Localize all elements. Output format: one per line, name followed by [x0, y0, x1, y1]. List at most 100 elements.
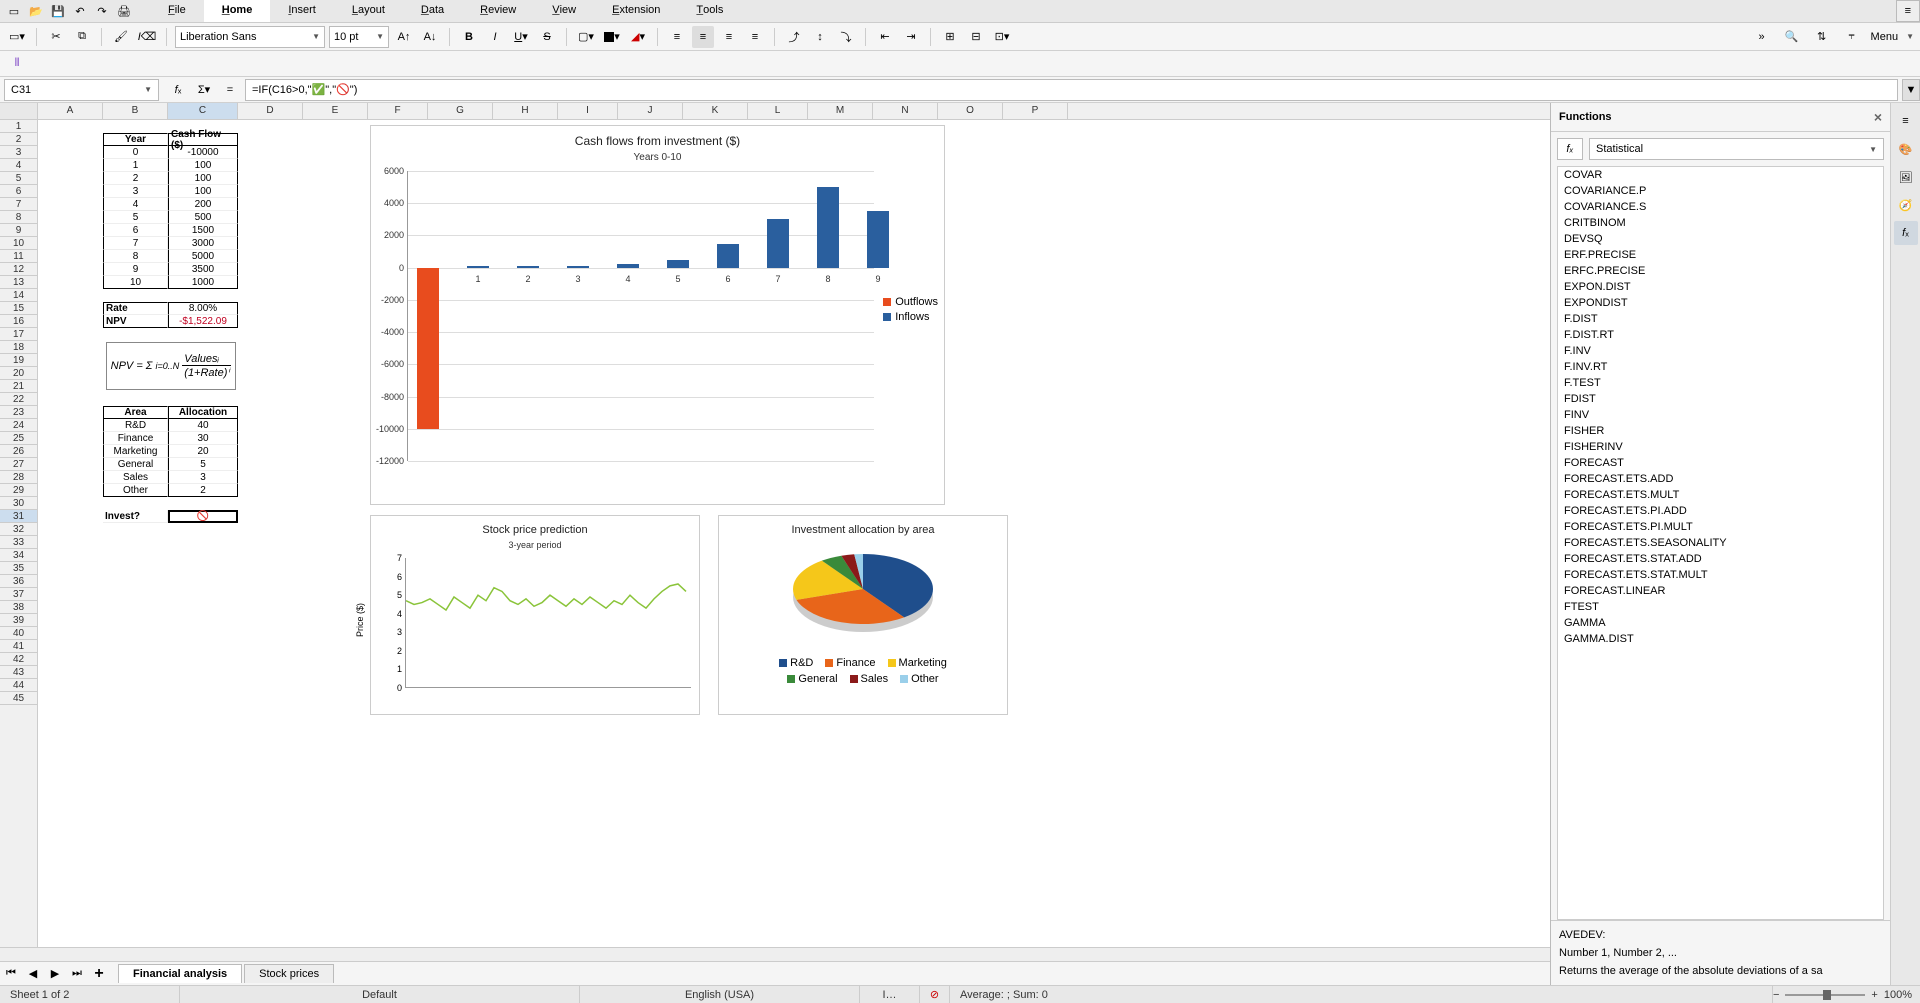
functions-tab-icon[interactable]: fₓ — [1894, 221, 1918, 245]
cell-B23[interactable]: Area — [103, 406, 168, 419]
formula-input[interactable]: =IF(C16>0,"✅","🚫") — [245, 79, 1898, 101]
merge-cells-icon[interactable]: ⊞ — [939, 26, 961, 48]
fn-item[interactable]: FISHERINV — [1558, 439, 1883, 455]
italic-icon[interactable]: I — [484, 26, 506, 48]
redo-icon[interactable]: ↷ — [94, 3, 110, 19]
styles-tab-icon[interactable]: 🎨 — [1894, 137, 1918, 161]
fn-item[interactable]: CRITBINOM — [1558, 215, 1883, 231]
cell-B3[interactable]: 0 — [103, 146, 168, 159]
sum-icon[interactable]: Σ▾ — [193, 79, 215, 101]
fn-item[interactable]: FORECAST.ETS.SEASONALITY — [1558, 535, 1883, 551]
row-header-22[interactable]: 22 — [0, 393, 37, 406]
row-header-39[interactable]: 39 — [0, 614, 37, 627]
row-header-7[interactable]: 7 — [0, 198, 37, 211]
status-lang[interactable]: English (USA) — [580, 986, 860, 1003]
row-header-27[interactable]: 27 — [0, 458, 37, 471]
sort-icon[interactable]: ⇅ — [1811, 26, 1833, 48]
function-list[interactable]: COVARCOVARIANCE.PCOVARIANCE.SCRITBINOMDE… — [1557, 166, 1884, 920]
valign-top-icon[interactable]: ⤴ — [783, 26, 805, 48]
col-header-G[interactable]: G — [428, 103, 493, 119]
fn-item[interactable]: F.TEST — [1558, 375, 1883, 391]
menu-label[interactable]: Menu — [1871, 31, 1899, 43]
cell-B24[interactable]: R&D — [103, 419, 168, 432]
underline-icon[interactable]: U▾ — [510, 26, 532, 48]
menu-review[interactable]: Review — [462, 0, 534, 22]
cell-B25[interactable]: Finance — [103, 432, 168, 445]
cell-C9[interactable]: 1500 — [168, 224, 238, 237]
tab-first-icon[interactable]: ⏮ — [2, 965, 20, 983]
menu-data[interactable]: Data — [403, 0, 462, 22]
menu-home[interactable]: Home — [204, 0, 271, 22]
fn-item[interactable]: FORECAST.ETS.STAT.MULT — [1558, 567, 1883, 583]
cell-B29[interactable]: Other — [103, 484, 168, 497]
row-header-11[interactable]: 11 — [0, 250, 37, 263]
cell-C10[interactable]: 3000 — [168, 237, 238, 250]
row-header-42[interactable]: 42 — [0, 653, 37, 666]
zoom-in-icon[interactable]: + — [1871, 989, 1877, 1001]
row-header-32[interactable]: 32 — [0, 523, 37, 536]
fn-item[interactable]: FISHER — [1558, 423, 1883, 439]
cell-C7[interactable]: 200 — [168, 198, 238, 211]
function-category-select[interactable]: Statistical▼ — [1589, 138, 1884, 160]
fn-item[interactable]: F.INV.RT — [1558, 359, 1883, 375]
tab-next-icon[interactable]: ▶ — [46, 965, 64, 983]
cell-B31[interactable]: Invest? — [103, 510, 168, 523]
status-style[interactable]: Default — [180, 986, 580, 1003]
col-header-A[interactable]: A — [38, 103, 103, 119]
save-icon[interactable]: 💾 — [50, 3, 66, 19]
zoom-slider[interactable] — [1785, 994, 1865, 996]
cell-B11[interactable]: 8 — [103, 250, 168, 263]
cell-C16[interactable]: -$1,522.09 — [168, 315, 238, 328]
pie-chart[interactable]: Investment allocation by area R&DFinance… — [718, 515, 1008, 715]
fn-item[interactable]: FDIST — [1558, 391, 1883, 407]
equals-icon[interactable]: = — [219, 79, 241, 101]
row-header-25[interactable]: 25 — [0, 432, 37, 445]
fn-item[interactable]: GAMMA — [1558, 615, 1883, 631]
sidebar-close-icon[interactable]: × — [1874, 109, 1882, 125]
fn-item[interactable]: FTEST — [1558, 599, 1883, 615]
bgcolor-icon[interactable]: ▾ — [601, 26, 623, 48]
menu-view[interactable]: View — [534, 0, 594, 22]
col-header-D[interactable]: D — [238, 103, 303, 119]
row-header-28[interactable]: 28 — [0, 471, 37, 484]
valign-bot-icon[interactable]: ⤵ — [835, 26, 857, 48]
valign-mid-icon[interactable]: ↕ — [809, 26, 831, 48]
cell-C13[interactable]: 1000 — [168, 276, 238, 289]
row-header-1[interactable]: 1 — [0, 120, 37, 133]
row-header-37[interactable]: 37 — [0, 588, 37, 601]
cell-B13[interactable]: 10 — [103, 276, 168, 289]
row-header-19[interactable]: 19 — [0, 354, 37, 367]
filter-icon[interactable]: ⫧ — [1841, 26, 1863, 48]
fontcolor-icon[interactable]: ◢▾ — [627, 26, 649, 48]
indent-inc-icon[interactable]: ⇥ — [900, 26, 922, 48]
row-header-14[interactable]: 14 — [0, 289, 37, 302]
status-insert-mode[interactable]: I… — [860, 986, 920, 1003]
align-right-icon[interactable]: ≡ — [718, 26, 740, 48]
undo-icon[interactable]: ↶ — [72, 3, 88, 19]
row-header-12[interactable]: 12 — [0, 263, 37, 276]
row-header-45[interactable]: 45 — [0, 692, 37, 705]
row-header-40[interactable]: 40 — [0, 627, 37, 640]
cell-B8[interactable]: 5 — [103, 211, 168, 224]
fn-item[interactable]: EXPON.DIST — [1558, 279, 1883, 295]
bold-icon[interactable]: B — [458, 26, 480, 48]
search-icon[interactable]: 🔍 — [1781, 26, 1803, 48]
row-header-43[interactable]: 43 — [0, 666, 37, 679]
col-header-L[interactable]: L — [748, 103, 808, 119]
cut-icon[interactable]: ✂ — [45, 26, 67, 48]
row-header-21[interactable]: 21 — [0, 380, 37, 393]
col-header-H[interactable]: H — [493, 103, 558, 119]
new-doc-icon[interactable]: ▭ — [6, 3, 22, 19]
fn-item[interactable]: ERF.PRECISE — [1558, 247, 1883, 263]
select-all-corner[interactable] — [0, 103, 38, 119]
cell-B26[interactable]: Marketing — [103, 445, 168, 458]
fn-item[interactable]: FORECAST — [1558, 455, 1883, 471]
sheet-tab-financial-analysis[interactable]: Financial analysis — [118, 964, 242, 983]
cell-B4[interactable]: 1 — [103, 159, 168, 172]
horizontal-scrollbar[interactable] — [0, 947, 1550, 961]
fn-item[interactable]: F.DIST.RT — [1558, 327, 1883, 343]
line-chart[interactable]: Stock price prediction 3-year period Pri… — [370, 515, 700, 715]
row-header-4[interactable]: 4 — [0, 159, 37, 172]
properties-tab-icon[interactable]: ≡ — [1894, 109, 1918, 133]
wrap-icon[interactable]: ⊡▾ — [991, 26, 1013, 48]
